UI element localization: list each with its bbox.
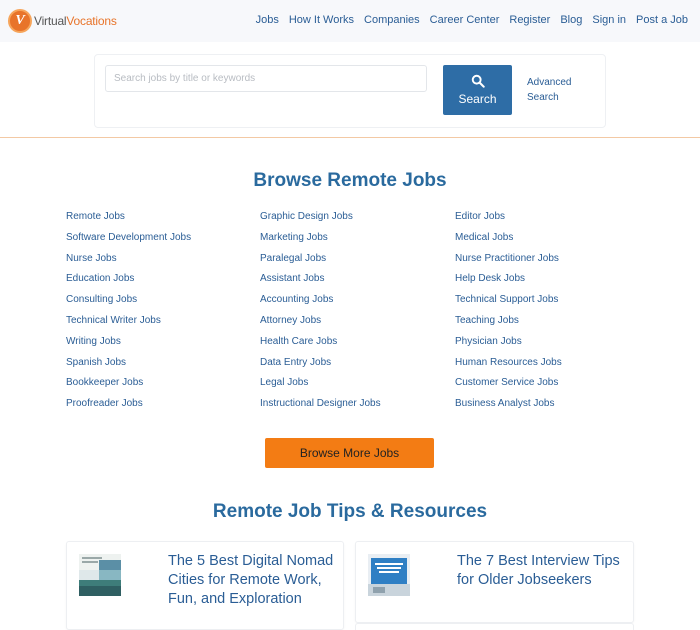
search-section: Search Advanced Search: [0, 42, 700, 138]
search-button[interactable]: Search: [443, 65, 512, 115]
site-header: V VirtualVocations Jobs How It Works Com…: [0, 0, 700, 42]
category-column-2: Graphic Design Jobs Marketing Jobs Paral…: [260, 210, 450, 418]
browse-more-jobs-button[interactable]: Browse More Jobs: [265, 438, 434, 468]
advanced-search-link[interactable]: Advanced Search: [527, 75, 587, 105]
logo-mark-icon: V: [8, 9, 32, 33]
category-link[interactable]: Technical Support Jobs: [455, 293, 645, 314]
nav-how-it-works[interactable]: How It Works: [289, 14, 354, 26]
category-link[interactable]: Human Resources Jobs: [455, 356, 645, 377]
category-link[interactable]: Health Care Jobs: [260, 335, 450, 356]
category-link[interactable]: Physician Jobs: [455, 335, 645, 356]
category-link[interactable]: Assistant Jobs: [260, 272, 450, 293]
article-thumbnail: [79, 554, 121, 596]
category-link[interactable]: Nurse Practitioner Jobs: [455, 252, 645, 273]
category-link[interactable]: Accounting Jobs: [260, 293, 450, 314]
category-link[interactable]: Graphic Design Jobs: [260, 210, 450, 231]
category-link[interactable]: Business Analyst Jobs: [455, 397, 645, 418]
search-button-label: Search: [458, 92, 497, 106]
category-link[interactable]: Software Development Jobs: [66, 231, 256, 252]
article-card[interactable]: The 5 Best Digital Nomad Cities for Remo…: [66, 541, 344, 630]
article-card-next: [355, 623, 634, 630]
article-thumbnail: [368, 554, 410, 596]
logo-text-vocations: Vocations: [66, 14, 117, 28]
category-link[interactable]: Technical Writer Jobs: [66, 314, 256, 335]
category-link[interactable]: Nurse Jobs: [66, 252, 256, 273]
nav-register[interactable]: Register: [509, 14, 550, 26]
logo-text-virtual: Virtual: [34, 14, 67, 28]
article-title[interactable]: The 7 Best Interview Tips for Older Jobs…: [457, 552, 627, 590]
site-logo[interactable]: V VirtualVocations: [8, 9, 117, 33]
category-link[interactable]: Attorney Jobs: [260, 314, 450, 335]
logo-text: VirtualVocations: [34, 14, 117, 28]
category-link[interactable]: Instructional Designer Jobs: [260, 397, 450, 418]
top-nav: Jobs How It Works Companies Career Cente…: [256, 14, 688, 26]
category-link[interactable]: Legal Jobs: [260, 376, 450, 397]
category-link[interactable]: Remote Jobs: [66, 210, 256, 231]
search-box: Search Advanced Search: [94, 54, 606, 128]
category-link[interactable]: Customer Service Jobs: [455, 376, 645, 397]
category-link[interactable]: Help Desk Jobs: [455, 272, 645, 293]
browse-title: Browse Remote Jobs: [253, 170, 447, 191]
nav-post-a-job[interactable]: Post a Job: [636, 14, 688, 26]
search-icon: [471, 74, 485, 88]
category-link[interactable]: Proofreader Jobs: [66, 397, 256, 418]
category-link[interactable]: Paralegal Jobs: [260, 252, 450, 273]
nav-career-center[interactable]: Career Center: [430, 14, 500, 26]
nav-sign-in[interactable]: Sign in: [592, 14, 626, 26]
category-column-1: Remote Jobs Software Development Jobs Nu…: [66, 210, 256, 418]
category-link[interactable]: Spanish Jobs: [66, 356, 256, 377]
category-link[interactable]: Editor Jobs: [455, 210, 645, 231]
category-link[interactable]: Education Jobs: [66, 272, 256, 293]
nav-blog[interactable]: Blog: [560, 14, 582, 26]
article-title[interactable]: The 5 Best Digital Nomad Cities for Remo…: [168, 552, 338, 609]
category-column-3: Editor Jobs Medical Jobs Nurse Practitio…: [455, 210, 645, 418]
nav-companies[interactable]: Companies: [364, 14, 420, 26]
category-link[interactable]: Teaching Jobs: [455, 314, 645, 335]
category-link[interactable]: Medical Jobs: [455, 231, 645, 252]
category-link[interactable]: Marketing Jobs: [260, 231, 450, 252]
category-link[interactable]: Consulting Jobs: [66, 293, 256, 314]
article-card[interactable]: The 7 Best Interview Tips for Older Jobs…: [355, 541, 634, 623]
category-link[interactable]: Bookkeeper Jobs: [66, 376, 256, 397]
tips-title: Remote Job Tips & Resources: [212, 501, 488, 522]
category-link[interactable]: Data Entry Jobs: [260, 356, 450, 377]
category-link[interactable]: Writing Jobs: [66, 335, 256, 356]
search-input[interactable]: [105, 65, 427, 92]
logo-letter: V: [15, 13, 25, 28]
nav-jobs[interactable]: Jobs: [256, 14, 279, 26]
